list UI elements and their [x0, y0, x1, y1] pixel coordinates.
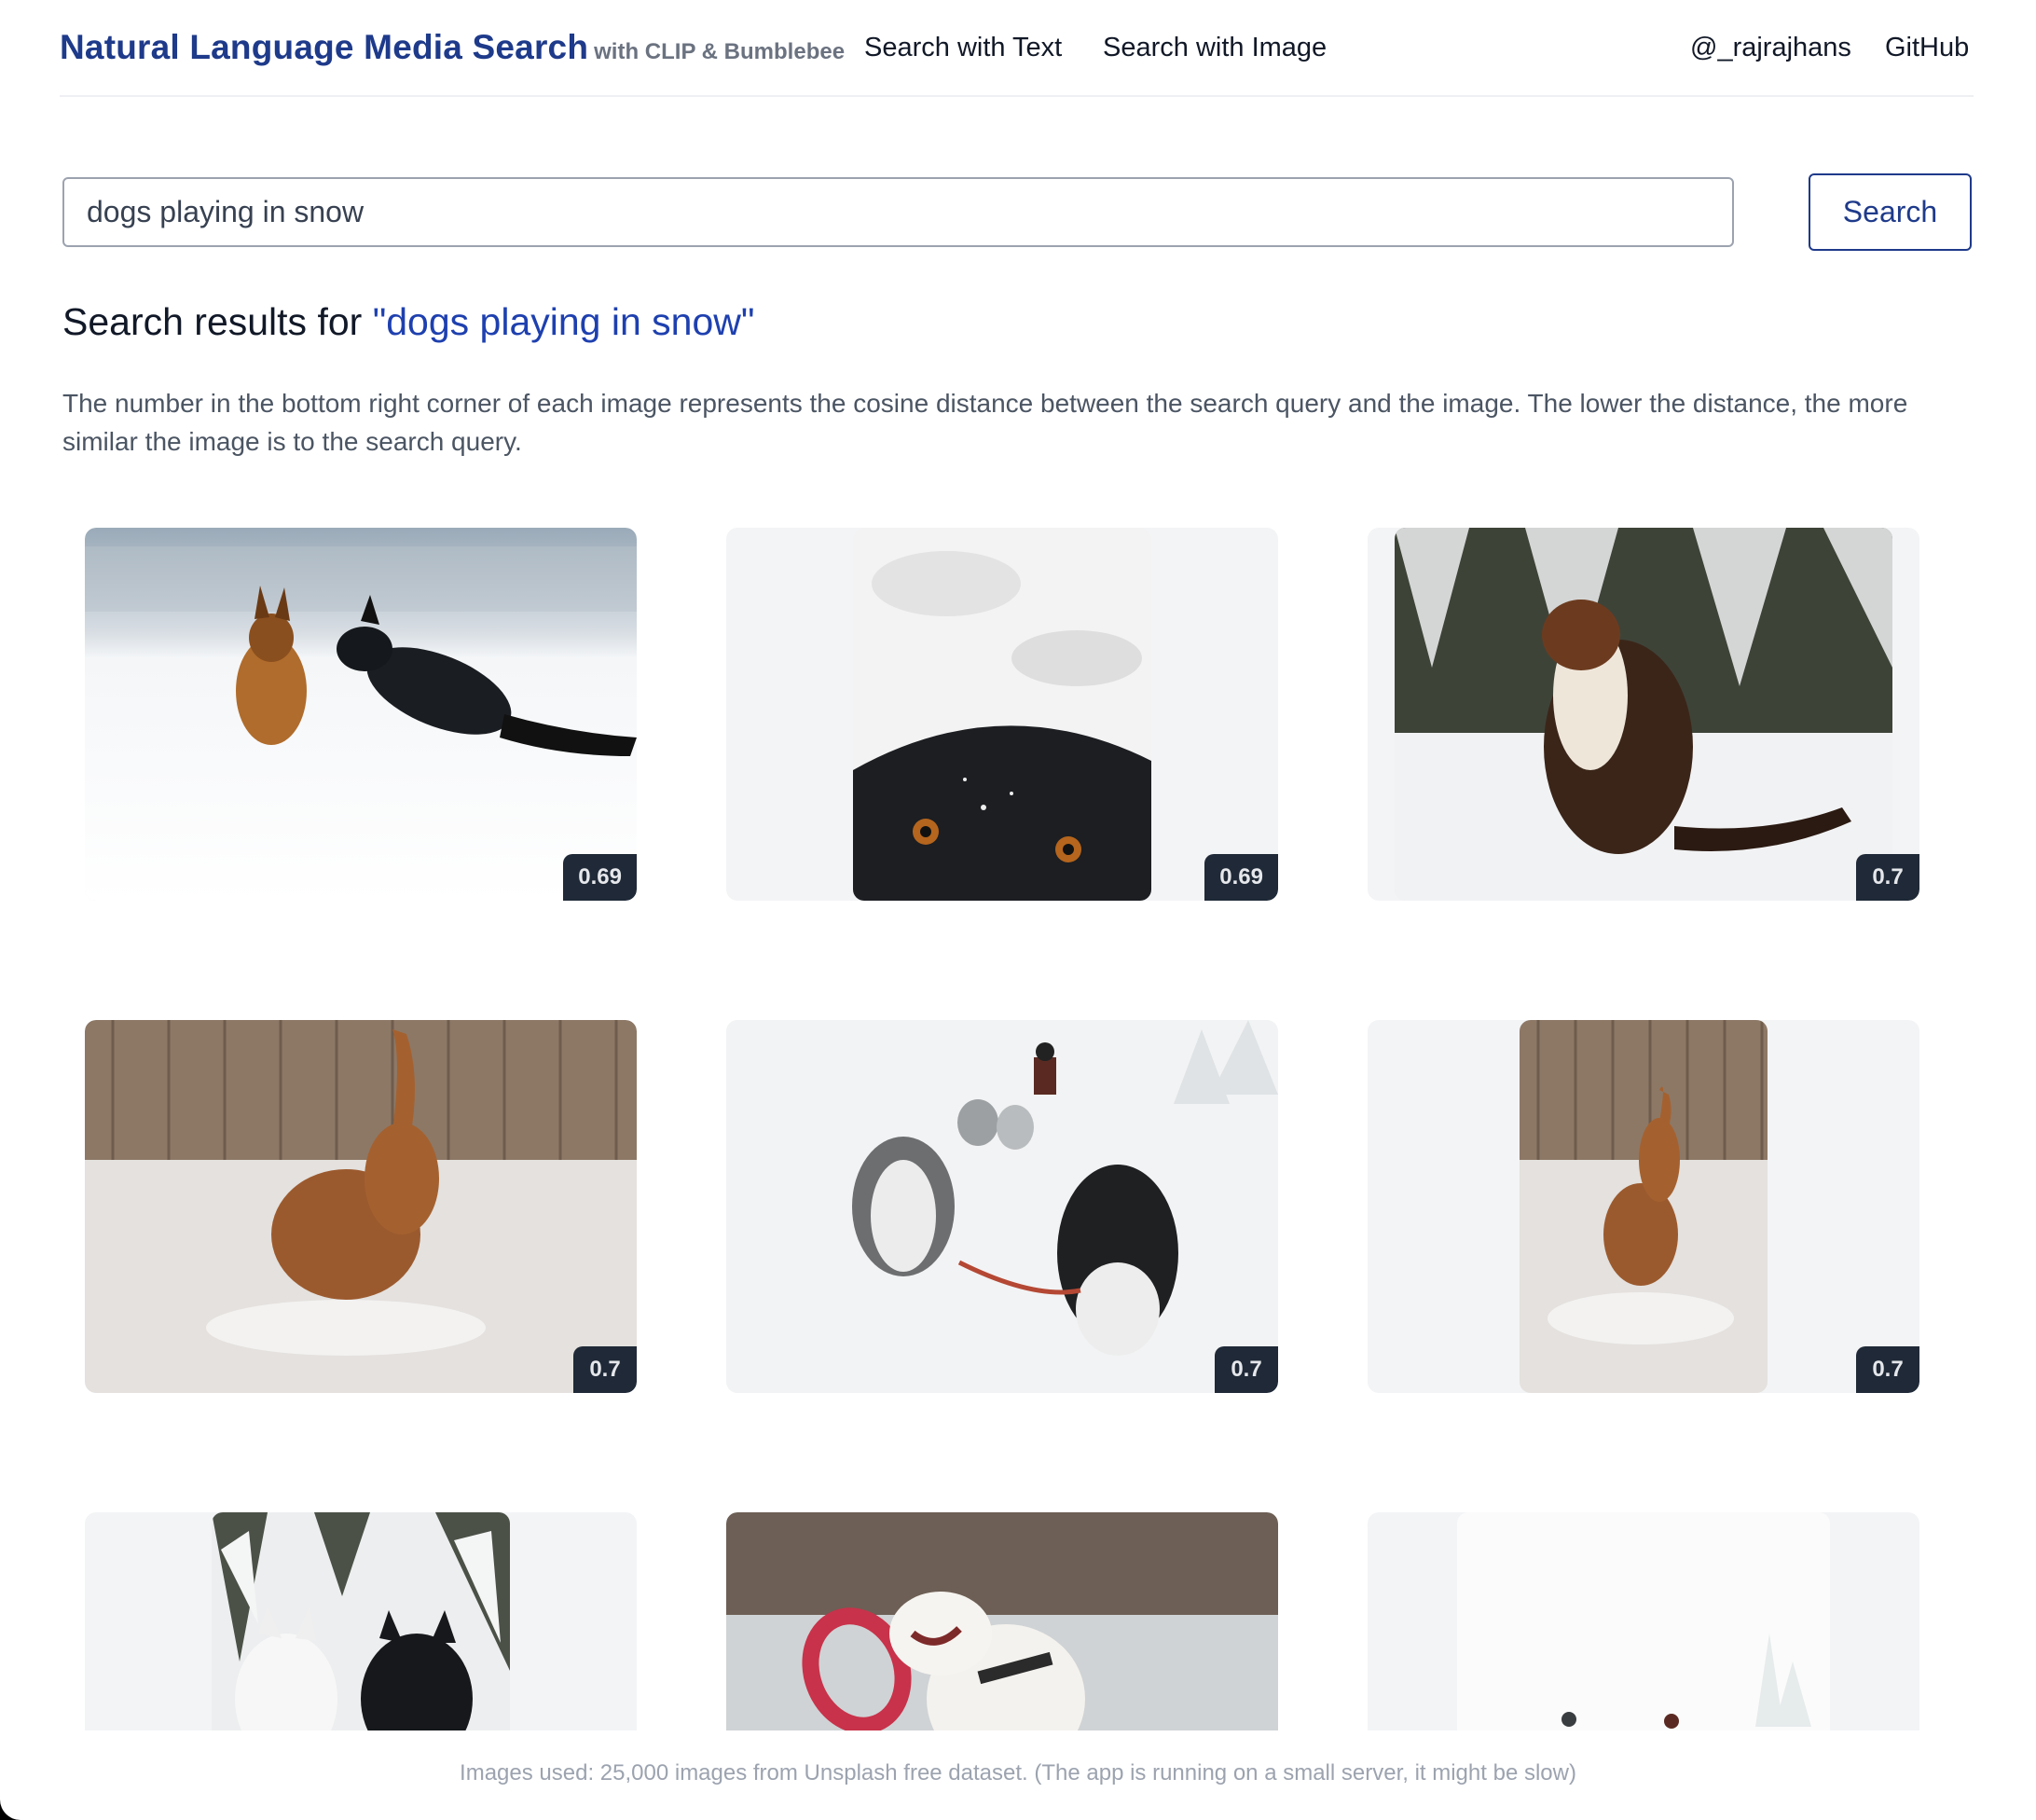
page: Natural Language Media Search with CLIP &… [0, 0, 2036, 1820]
distance-badge: 0.69 [1204, 854, 1278, 901]
result-image[interactable] [1395, 528, 1892, 901]
result-card[interactable]: 0.7 [1368, 528, 1919, 901]
result-card[interactable]: 0.69 [85, 528, 637, 901]
result-card[interactable] [1368, 1512, 1919, 1730]
results-heading-query: "dogs playing in snow" [372, 300, 755, 343]
result-card[interactable]: 0.69 [726, 528, 1278, 901]
distance-badge: 0.7 [573, 1346, 637, 1393]
result-image[interactable] [85, 528, 637, 901]
result-image[interactable] [853, 528, 1151, 901]
app-title[interactable]: Natural Language Media Search [60, 28, 588, 66]
search-button[interactable]: Search [1809, 173, 1972, 251]
result-card[interactable]: 0.7 [85, 1020, 637, 1393]
result-image[interactable] [85, 1020, 637, 1393]
result-image[interactable] [1457, 1512, 1830, 1730]
result-image[interactable] [726, 1020, 1278, 1393]
brand[interactable]: Natural Language Media Search with CLIP &… [60, 28, 845, 67]
result-image[interactable] [1520, 1020, 1768, 1393]
result-card[interactable] [85, 1512, 637, 1730]
result-card[interactable]: 0.7 [1368, 1020, 1919, 1393]
result-card[interactable] [726, 1512, 1278, 1730]
result-image[interactable] [726, 1512, 1278, 1730]
top-nav: Natural Language Media Search with CLIP &… [60, 0, 1974, 97]
footer-note: Images used: 25,000 images from Unsplash… [460, 1760, 1576, 1786]
github-link[interactable]: GitHub [1885, 33, 1969, 63]
search-input[interactable] [62, 177, 1734, 247]
result-image[interactable] [212, 1512, 510, 1730]
nav-search-with-text[interactable]: Search with Text [864, 33, 1062, 63]
distance-badge: 0.7 [1215, 1346, 1278, 1393]
distance-badge: 0.7 [1856, 1346, 1919, 1393]
distance-badge: 0.7 [1856, 854, 1919, 901]
app-subtitle: with CLIP & Bumblebee [594, 39, 846, 64]
nav-search-with-image[interactable]: Search with Image [1103, 33, 1327, 63]
distance-explanation: The number in the bottom right corner of… [62, 389, 1908, 456]
results-heading-prefix: Search results for [62, 300, 373, 343]
distance-badge: 0.69 [563, 854, 637, 901]
result-card[interactable]: 0.7 [726, 1020, 1278, 1393]
author-link[interactable]: @_rajrajhans [1690, 33, 1851, 63]
results-heading: Search results for "dogs playing in snow… [62, 300, 754, 344]
